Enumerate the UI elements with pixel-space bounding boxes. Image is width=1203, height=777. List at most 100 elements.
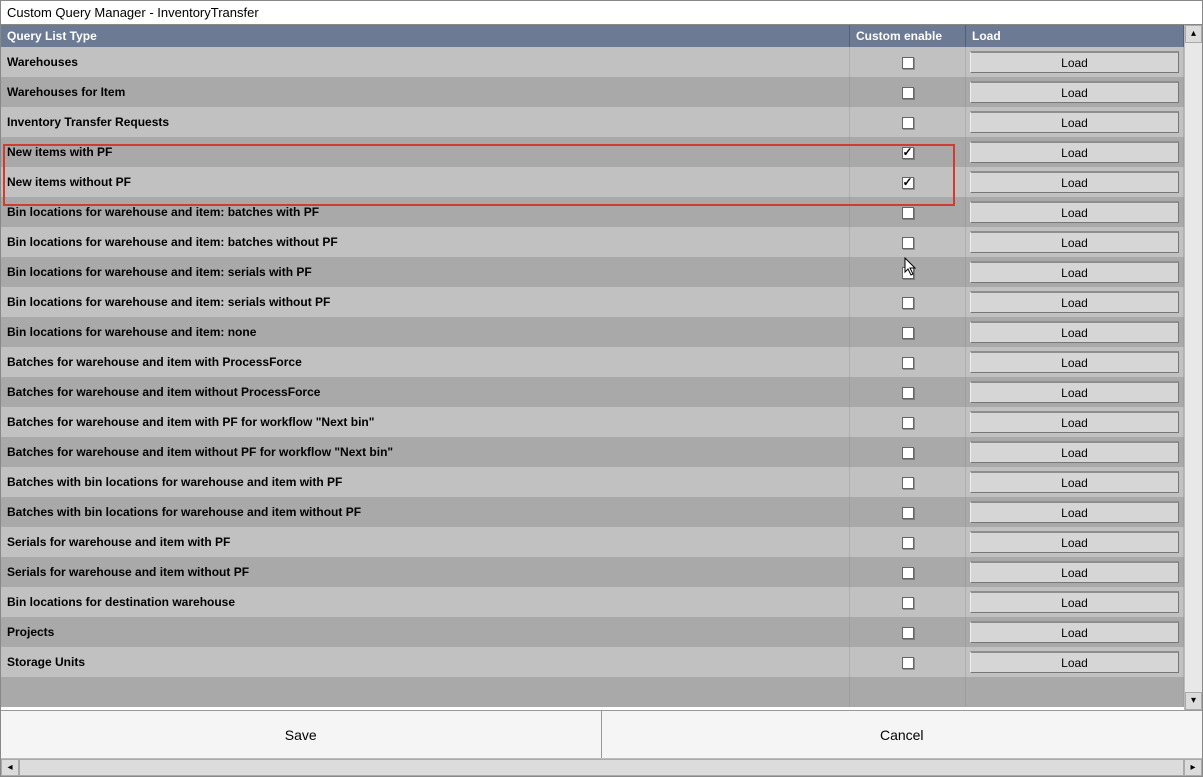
table-row: Bin locations for warehouse and item: se…: [1, 257, 1184, 287]
load-cell: Load: [966, 617, 1184, 647]
scroll-down-arrow-icon[interactable]: ▾: [1185, 692, 1202, 710]
load-cell: Load: [966, 167, 1184, 197]
query-label: Batches with bin locations for warehouse…: [1, 467, 850, 497]
custom-enable-checkbox[interactable]: [902, 657, 914, 669]
query-label: Bin locations for warehouse and item: se…: [1, 257, 850, 287]
custom-enable-checkbox[interactable]: [902, 207, 914, 219]
load-cell: Load: [966, 227, 1184, 257]
custom-enable-checkbox[interactable]: [902, 297, 914, 309]
save-button[interactable]: Save: [1, 711, 602, 758]
custom-enable-cell: [850, 257, 966, 287]
table-row: Warehouses for ItemLoad: [1, 77, 1184, 107]
load-button[interactable]: Load: [970, 291, 1179, 313]
custom-enable-cell: [850, 377, 966, 407]
custom-enable-cell: [850, 587, 966, 617]
custom-enable-checkbox[interactable]: [902, 387, 914, 399]
query-label: Bin locations for warehouse and item: ba…: [1, 197, 850, 227]
load-button[interactable]: Load: [970, 531, 1179, 553]
load-cell: Load: [966, 347, 1184, 377]
load-button[interactable]: Load: [970, 381, 1179, 403]
custom-enable-cell: [850, 647, 966, 677]
load-button[interactable]: Load: [970, 171, 1179, 193]
custom-enable-checkbox[interactable]: [902, 117, 914, 129]
horizontal-scrollbar[interactable]: ◂ ▸: [1, 758, 1202, 776]
load-button[interactable]: Load: [970, 591, 1179, 613]
col-header-query-list-type[interactable]: Query List Type: [1, 25, 850, 47]
custom-enable-checkbox[interactable]: [902, 57, 914, 69]
custom-enable-checkbox[interactable]: [902, 417, 914, 429]
custom-enable-cell: [850, 227, 966, 257]
custom-enable-cell: [850, 77, 966, 107]
content-area: Query List Type Custom enable Load Wareh…: [1, 25, 1202, 710]
query-label: Inventory Transfer Requests: [1, 107, 850, 137]
load-button[interactable]: Load: [970, 201, 1179, 223]
empty-cell: [1, 677, 850, 707]
load-button[interactable]: Load: [970, 501, 1179, 523]
col-header-custom-enable[interactable]: Custom enable: [850, 25, 966, 47]
load-button[interactable]: Load: [970, 141, 1179, 163]
cancel-button[interactable]: Cancel: [602, 711, 1203, 758]
custom-enable-checkbox[interactable]: [902, 567, 914, 579]
table-row: Bin locations for warehouse and item: no…: [1, 317, 1184, 347]
col-header-load[interactable]: Load: [966, 25, 1184, 47]
horizontal-scroll-track[interactable]: [19, 759, 1184, 776]
custom-enable-checkbox[interactable]: [902, 87, 914, 99]
query-label: Batches for warehouse and item without P…: [1, 437, 850, 467]
table-row: Batches for warehouse and item without P…: [1, 437, 1184, 467]
window: Custom Query Manager - InventoryTransfer…: [0, 0, 1203, 777]
custom-enable-checkbox[interactable]: [902, 507, 914, 519]
empty-cell: [966, 677, 1184, 707]
load-button[interactable]: Load: [970, 471, 1179, 493]
load-cell: Load: [966, 317, 1184, 347]
custom-enable-cell: [850, 437, 966, 467]
table-row: Inventory Transfer Requests Load: [1, 107, 1184, 137]
window-title: Custom Query Manager - InventoryTransfer: [1, 1, 1202, 25]
table-row: Bin locations for destination warehouseL…: [1, 587, 1184, 617]
load-button[interactable]: Load: [970, 411, 1179, 433]
load-button[interactable]: Load: [970, 561, 1179, 583]
vertical-scrollbar[interactable]: ▴ ▾: [1184, 25, 1202, 710]
table-row: Batches with bin locations for warehouse…: [1, 467, 1184, 497]
custom-enable-checkbox[interactable]: [902, 537, 914, 549]
custom-enable-checkbox[interactable]: [902, 177, 914, 189]
query-label: Batches for warehouse and item without P…: [1, 377, 850, 407]
scroll-right-arrow-icon[interactable]: ▸: [1184, 759, 1202, 776]
load-button[interactable]: Load: [970, 441, 1179, 463]
load-cell: Load: [966, 137, 1184, 167]
custom-enable-cell: [850, 167, 966, 197]
custom-enable-checkbox[interactable]: [902, 447, 914, 459]
query-label: Batches for warehouse and item with PF f…: [1, 407, 850, 437]
scroll-left-arrow-icon[interactable]: ◂: [1, 759, 19, 776]
custom-enable-cell: [850, 137, 966, 167]
custom-enable-checkbox[interactable]: [902, 327, 914, 339]
load-button[interactable]: Load: [970, 321, 1179, 343]
custom-enable-cell: [850, 557, 966, 587]
load-cell: Load: [966, 527, 1184, 557]
query-label: Projects: [1, 617, 850, 647]
load-button[interactable]: Load: [970, 51, 1179, 73]
header-row: Query List Type Custom enable Load: [1, 25, 1184, 47]
load-button[interactable]: Load: [970, 231, 1179, 253]
scroll-up-arrow-icon[interactable]: ▴: [1185, 25, 1202, 43]
custom-enable-checkbox[interactable]: [902, 357, 914, 369]
custom-enable-checkbox[interactable]: [902, 147, 914, 159]
load-button[interactable]: Load: [970, 351, 1179, 373]
custom-enable-checkbox[interactable]: [902, 627, 914, 639]
custom-enable-cell: [850, 197, 966, 227]
load-button[interactable]: Load: [970, 651, 1179, 673]
table-row: New items without PFLoad: [1, 167, 1184, 197]
custom-enable-checkbox[interactable]: [902, 237, 914, 249]
load-button[interactable]: Load: [970, 261, 1179, 283]
table-row: Batches for warehouse and item without P…: [1, 377, 1184, 407]
custom-enable-checkbox[interactable]: [902, 477, 914, 489]
load-cell: Load: [966, 377, 1184, 407]
load-cell: Load: [966, 47, 1184, 77]
custom-enable-cell: [850, 617, 966, 647]
custom-enable-checkbox[interactable]: [902, 597, 914, 609]
load-button[interactable]: Load: [970, 111, 1179, 133]
query-label: Batches with bin locations for warehouse…: [1, 497, 850, 527]
load-button[interactable]: Load: [970, 81, 1179, 103]
custom-enable-checkbox[interactable]: [902, 267, 914, 279]
load-button[interactable]: Load: [970, 621, 1179, 643]
load-cell: Load: [966, 407, 1184, 437]
